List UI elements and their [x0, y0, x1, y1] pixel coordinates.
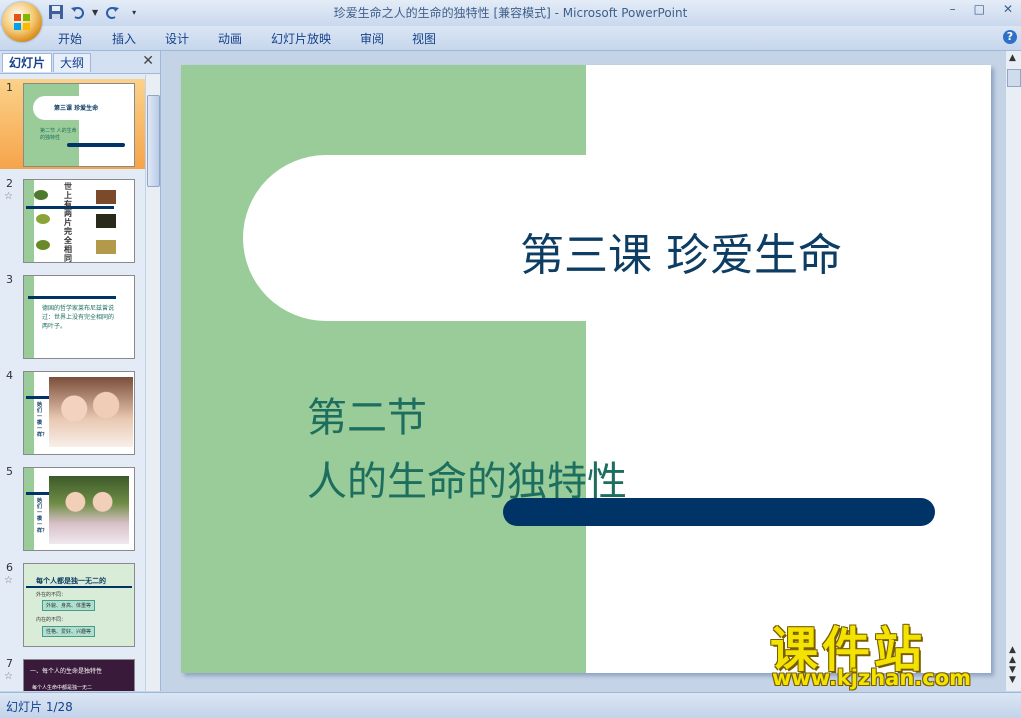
thumbnail-4[interactable]: 4 她们一模一样？: [0, 367, 145, 457]
tab-review[interactable]: 审阅: [360, 30, 384, 47]
window-controls: – □ ✕: [950, 2, 1013, 16]
thumbnail-title: 第三课 珍爱生命: [54, 105, 99, 112]
tab-slideshow[interactable]: 幻灯片放映: [271, 30, 331, 47]
thumbnail-number: 6: [6, 561, 13, 574]
thumbnail-title: 一、每个人的生命是独特性: [30, 668, 103, 675]
tab-outline[interactable]: 大纲: [53, 53, 92, 72]
thumbnail-text: 德国的哲学家莱布尼兹曾说过：世界上没有完全相同的两叶子。: [42, 305, 115, 330]
thumbnail-number: 5: [6, 465, 13, 478]
pane-scroll-thumb[interactable]: [147, 95, 160, 187]
thumbnail-slide: 每个人都是独一无二的 外在的不同： 外貌、身高、体重等 内在的不同： 性格、爱好…: [23, 563, 135, 647]
thumbnail-item: 性格、爱好、兴趣等: [42, 626, 96, 637]
slide-editor: 第三课 珍爱生命 第二节 人的生命的独特性: [163, 51, 1021, 691]
thumbnail-text: 她们一模一样？: [37, 402, 48, 438]
office-button[interactable]: [2, 2, 42, 42]
tab-view[interactable]: 视图: [412, 30, 436, 47]
redo-icon[interactable]: [104, 4, 120, 20]
thumbnail-text: 她们一模一样？: [37, 498, 48, 534]
pane-tabs: 幻灯片 大纲 ✕: [0, 51, 160, 74]
scroll-up-icon[interactable]: ▲: [1009, 53, 1016, 63]
watermark: 课件站 www.kjzhan.com: [770, 610, 1010, 690]
thumbnail-slide: 世上有两片完全相同的叶子吗: [23, 179, 135, 263]
thumbnail-slide: 她们一模一样？: [23, 467, 135, 551]
thumbnail-number: 2: [6, 177, 13, 190]
thumbnail-number: 1: [6, 81, 13, 94]
undo-icon[interactable]: [70, 4, 86, 20]
help-icon[interactable]: ?: [1003, 30, 1017, 44]
thumbnail-5[interactable]: 5 她们一模一样？: [0, 463, 145, 553]
slide-counter: 幻灯片 1/28: [6, 700, 73, 714]
minimize-button[interactable]: –: [950, 2, 956, 16]
customize-toolbar-icon[interactable]: ▾: [132, 8, 136, 17]
thumbnail-number: 7: [6, 657, 13, 670]
thumbnail-list: 1 第三课 珍爱生命 第二节 人的生命的独特性 2 ☆ 世上有两片完全相同 3 …: [0, 75, 145, 691]
current-slide[interactable]: 第三课 珍爱生命 第二节 人的生命的独特性: [181, 65, 991, 673]
slide-subtitle-line1[interactable]: 第二节: [307, 385, 427, 443]
thumbnail-item: 外貌、身高、体重等: [42, 600, 96, 611]
undo-dropdown-icon[interactable]: ▼: [92, 8, 98, 17]
tab-slides[interactable]: 幻灯片: [2, 53, 53, 72]
save-icon[interactable]: [48, 4, 64, 20]
slides-pane: 幻灯片 大纲 ✕ 1 第三课 珍爱生命 第二节 人的生命的独特性 2 ☆ 世上有…: [0, 51, 161, 691]
maximize-button[interactable]: □: [974, 2, 985, 16]
thumbnail-text: 每个人生命中都是独一无二: [32, 685, 93, 691]
title-bar: 珍爱生命之人的生命的独特性 [兼容模式] - Microsoft PowerPo…: [0, 0, 1021, 26]
close-pane-icon[interactable]: ✕: [142, 53, 154, 69]
slide-scroll-thumb[interactable]: [1007, 69, 1021, 87]
thumbnail-text: 世上有两片完全相同的叶子吗: [64, 182, 72, 263]
slide-accent-bar: [503, 498, 935, 526]
close-button[interactable]: ✕: [1003, 2, 1013, 16]
thumbnail-slide: 第三课 珍爱生命 第二节 人的生命的独特性: [23, 83, 135, 167]
thumbnail-sub: 第二节 人的生命的独特性: [40, 128, 77, 141]
thumbnail-6[interactable]: 6 ☆ 每个人都是独一无二的 外在的不同： 外貌、身高、体重等 内在的不同： 性…: [0, 559, 145, 649]
watermark-url: www.kjzhan.com: [772, 666, 972, 690]
animation-star-icon: ☆: [4, 671, 13, 682]
tab-animation[interactable]: 动画: [218, 30, 242, 47]
thumbnail-number: 4: [6, 369, 13, 382]
thumbnail-number: 3: [6, 273, 13, 286]
thumbnail-item: 内在的不同：: [36, 617, 67, 623]
tab-home[interactable]: 开始: [58, 30, 82, 47]
pane-scrollbar[interactable]: [145, 75, 160, 691]
thumbnail-title: 每个人都是独一无二的: [36, 577, 106, 585]
thumbnail-slide: 一、每个人的生命是独特性 每个人生命中都是独一无二: [23, 659, 135, 691]
thumbnail-7[interactable]: 7 ☆ 一、每个人的生命是独特性 每个人生命中都是独一无二: [0, 655, 145, 691]
status-bar: 幻灯片 1/28: [0, 692, 1021, 718]
thumbnail-1[interactable]: 1 第三课 珍爱生命 第二节 人的生命的独特性: [0, 79, 145, 169]
animation-star-icon: ☆: [4, 575, 13, 586]
office-logo-icon: [14, 14, 30, 30]
window-title: 珍爱生命之人的生命的独特性 [兼容模式] - Microsoft PowerPo…: [333, 6, 688, 20]
animation-star-icon: ☆: [4, 191, 13, 202]
thumbnail-slide: 她们一模一样？: [23, 371, 135, 455]
thumbnail-2[interactable]: 2 ☆ 世上有两片完全相同的叶子吗: [0, 175, 145, 265]
tab-design[interactable]: 设计: [165, 30, 189, 47]
quick-access-toolbar: ▼ ▾: [48, 3, 136, 21]
thumbnail-3[interactable]: 3 德国的哲学家莱布尼兹曾说过：世界上没有完全相同的两叶子。: [0, 271, 145, 361]
slide-title[interactable]: 第三课 珍爱生命: [181, 219, 991, 283]
thumbnail-slide: 德国的哲学家莱布尼兹曾说过：世界上没有完全相同的两叶子。: [23, 275, 135, 359]
slide-scrollbar[interactable]: ▲ ▲ ▲ ▼ ▼: [1005, 51, 1021, 691]
ribbon-tabs: 开始 插入 设计 动画 幻灯片放映 审阅 视图 ?: [0, 26, 1021, 51]
tab-insert[interactable]: 插入: [112, 30, 136, 47]
thumbnail-item: 外在的不同：: [36, 592, 67, 598]
page-nav-icon[interactable]: ▲ ▲ ▼ ▼: [1009, 645, 1016, 685]
